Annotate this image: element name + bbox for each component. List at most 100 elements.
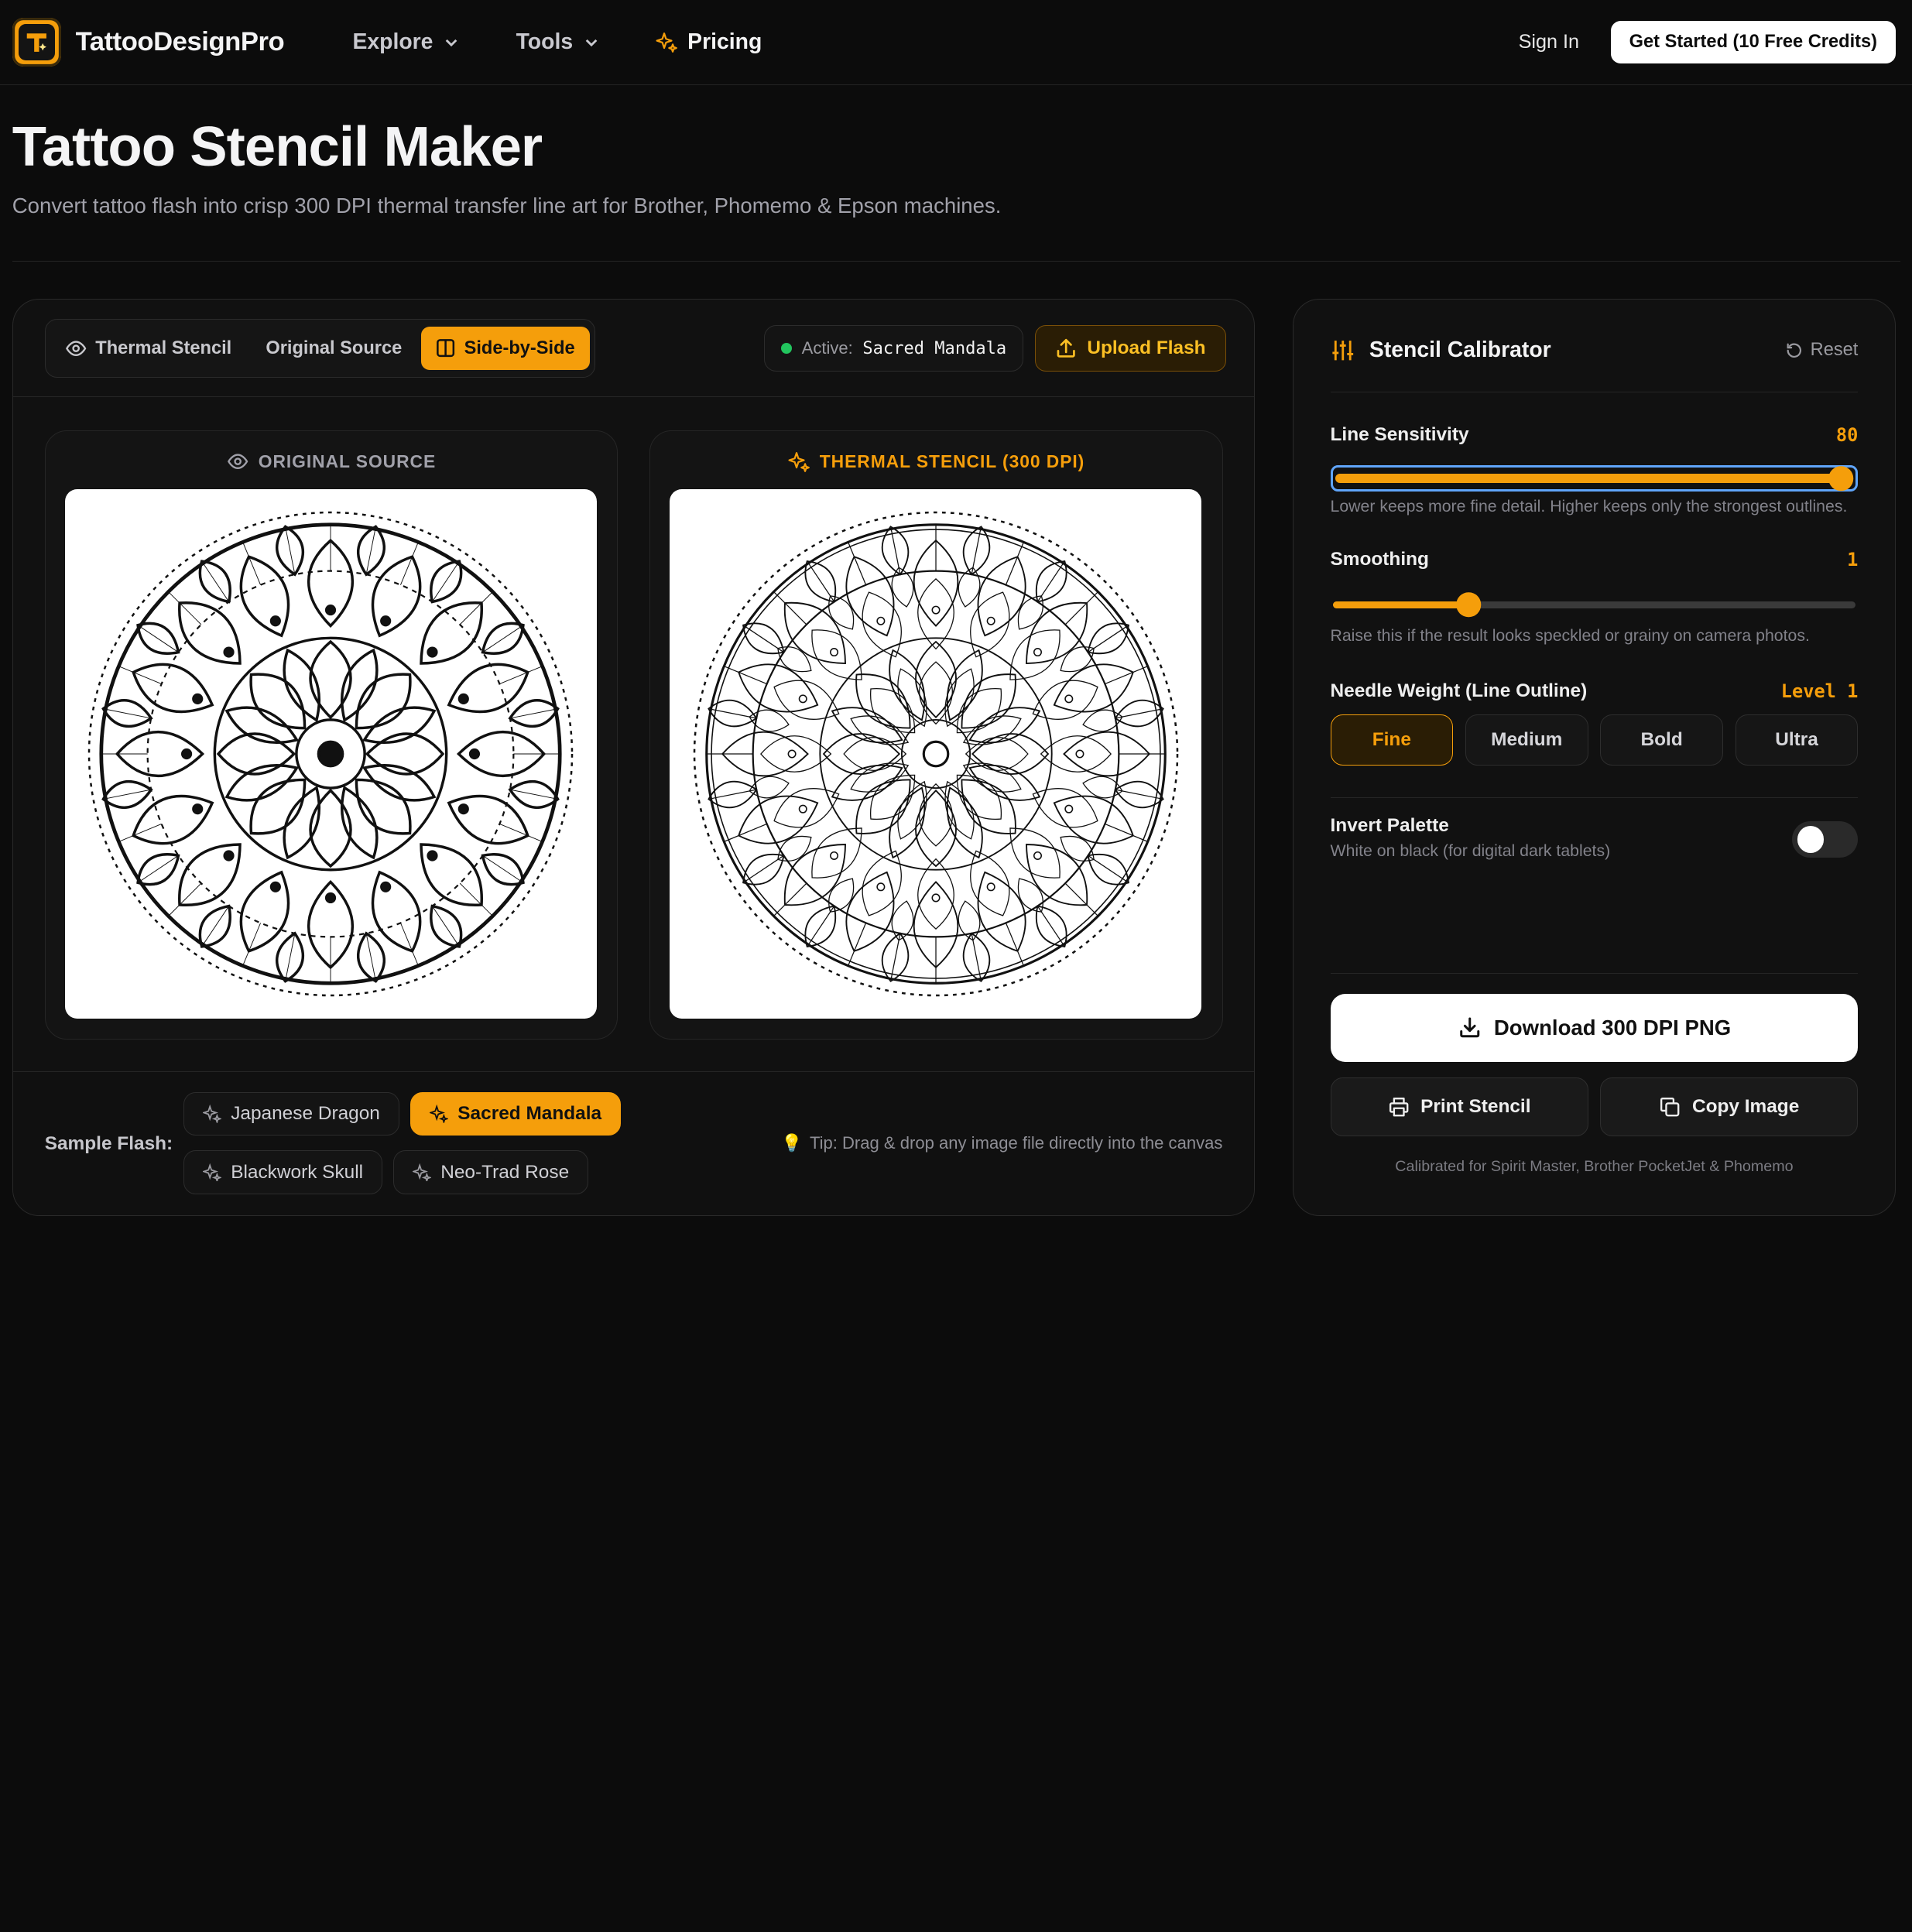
needle-weight-options: Fine Medium Bold Ultra <box>1330 714 1859 766</box>
smoothing-value: 1 <box>1847 549 1859 571</box>
invert-palette-hint: White on black (for digital dark tablets… <box>1330 841 1611 860</box>
reset-button[interactable]: Reset <box>1785 340 1858 361</box>
preview-toolbar: Thermal Stencil Original Source Side-by-… <box>12 300 1255 398</box>
original-source-title: ORIGINAL SOURCE <box>258 450 437 471</box>
slider-handle[interactable] <box>1828 466 1854 491</box>
logo-icon <box>12 18 61 67</box>
page-header: Tattoo Stencil Maker Convert tattoo flas… <box>0 85 1912 218</box>
original-source-heading: ORIGINAL SOURCE <box>46 431 618 492</box>
sample-flash-label: Sample Flash: <box>44 1133 173 1155</box>
invert-palette-label: Invert Palette <box>1330 815 1449 837</box>
calibrator-title: Stencil Calibrator <box>1369 337 1551 363</box>
divider <box>1330 797 1859 798</box>
compatibility-note: Calibrated for Spirit Master, Brother Po… <box>1395 1158 1794 1176</box>
sample-label: Blackwork Skull <box>231 1161 364 1183</box>
download-icon <box>1459 1017 1479 1038</box>
original-source-card: ORIGINAL SOURCE <box>44 430 618 1040</box>
sliders-icon <box>1331 341 1353 361</box>
nav-pricing[interactable]: Pricing <box>656 29 762 55</box>
nav-tools-label: Tools <box>516 29 574 55</box>
active-design-badge: Active: Sacred Mandala <box>764 325 1023 372</box>
smoothing-label: Smoothing <box>1330 549 1429 570</box>
invert-palette-row: Invert Palette White on black (for digit… <box>1331 815 1859 864</box>
print-stencil-label: Print Stencil <box>1420 1096 1531 1118</box>
columns-icon <box>437 339 455 358</box>
sample-neo-trad-rose[interactable]: Neo-Trad Rose <box>393 1150 588 1194</box>
download-png-button[interactable]: Download 300 DPI PNG <box>1330 993 1859 1062</box>
smoothing-slider[interactable] <box>1331 592 1859 618</box>
needle-weight-label: Needle Weight (Line Outline) <box>1330 680 1588 702</box>
logo[interactable]: TattooDesignPro <box>12 18 285 67</box>
smoothing-hint: Raise this if the result looks speckled … <box>1330 626 1810 646</box>
line-sensitivity-hint: Lower keeps more fine detail. Higher kee… <box>1330 497 1848 516</box>
lightbulb-icon: 💡 <box>781 1133 803 1153</box>
sample-label: Japanese Dragon <box>231 1103 380 1124</box>
tip-text: Tip: Drag & drop any image file directly… <box>809 1133 1223 1153</box>
top-nav: TattooDesignPro Explore Tools Pricing Si… <box>0 0 1912 86</box>
copy-image-label: Copy Image <box>1691 1096 1800 1118</box>
reset-icon <box>1787 343 1801 358</box>
needle-ultra-button[interactable]: Ultra <box>1735 714 1859 766</box>
copy-image-button[interactable]: Copy Image <box>1600 1077 1859 1136</box>
upload-flash-label: Upload Flash <box>1087 337 1206 359</box>
needle-fine-button[interactable]: Fine <box>1330 714 1454 766</box>
invert-palette-toggle[interactable] <box>1792 820 1859 858</box>
thermal-stencil-title: THERMAL STENCIL (300 DPI) <box>819 450 1085 471</box>
sparkles-icon <box>202 1105 221 1123</box>
calibrator-header: Stencil Calibrator Reset <box>1330 300 1859 392</box>
print-stencil-button[interactable]: Print Stencil <box>1330 1077 1588 1136</box>
eye-icon <box>65 341 87 356</box>
nav-explore[interactable]: Explore <box>352 29 460 55</box>
tab-side-by-side-label: Side-by-Side <box>464 337 575 358</box>
tab-side-by-side[interactable]: Side-by-Side <box>421 326 590 371</box>
nav-actions: Sign In Get Started (10 Free Credits) <box>1519 20 1896 64</box>
eye-icon <box>227 454 248 469</box>
nav-pricing-label: Pricing <box>687 29 762 55</box>
nav-tools[interactable]: Tools <box>516 29 600 55</box>
sparkles-icon <box>656 33 678 53</box>
get-started-button[interactable]: Get Started (10 Free Credits) <box>1611 20 1896 64</box>
tab-original-source-label: Original Source <box>266 337 403 358</box>
sparkles-icon <box>788 451 810 472</box>
copy-icon <box>1660 1097 1680 1117</box>
tab-original-source[interactable]: Original Source <box>251 327 416 371</box>
nav-explore-label: Explore <box>352 29 433 55</box>
upload-icon <box>1057 338 1076 358</box>
sample-blackwork-skull[interactable]: Blackwork Skull <box>183 1150 382 1194</box>
stencil-canvas[interactable] <box>670 489 1202 1019</box>
mandala-stencil-image <box>693 511 1179 997</box>
active-design-name: Sacred Mandala <box>862 338 1007 358</box>
preview-panel: Thermal Stencil Original Source Side-by-… <box>12 299 1256 1216</box>
sample-flash-bar: Sample Flash: Japanese Dragon Sacred Man… <box>12 1071 1255 1215</box>
sample-sacred-mandala[interactable]: Sacred Mandala <box>410 1091 621 1136</box>
stencil-calibrator-panel: Stencil Calibrator Reset Line Sensitivit… <box>1293 299 1896 1216</box>
needle-bold-button[interactable]: Bold <box>1600 714 1723 766</box>
needle-medium-button[interactable]: Medium <box>1465 714 1588 766</box>
line-sensitivity-label: Line Sensitivity <box>1330 423 1469 445</box>
status-dot <box>780 342 793 355</box>
thermal-stencil-heading: THERMAL STENCIL (300 DPI) <box>650 431 1222 492</box>
slider-handle[interactable] <box>1456 592 1482 618</box>
sign-in-link[interactable]: Sign In <box>1519 31 1579 53</box>
drag-drop-tip: 💡 Tip: Drag & drop any image file direct… <box>781 1133 1222 1153</box>
printer-icon <box>1389 1097 1408 1117</box>
line-sensitivity-control: Line Sensitivity 80 Lower keeps more fin… <box>1330 423 1859 520</box>
tab-thermal-stencil[interactable]: Thermal Stencil <box>50 327 246 371</box>
tab-thermal-stencil-label: Thermal Stencil <box>95 337 232 358</box>
chevron-down-icon <box>585 39 598 46</box>
download-label: Download 300 DPI PNG <box>1493 1015 1732 1040</box>
line-sensitivity-slider[interactable] <box>1330 464 1859 492</box>
upload-flash-button[interactable]: Upload Flash <box>1035 325 1226 372</box>
sample-label: Sacred Mandala <box>457 1103 602 1124</box>
brand-name: TattooDesignPro <box>75 27 285 57</box>
original-canvas[interactable] <box>64 489 597 1019</box>
sample-japanese-dragon[interactable]: Japanese Dragon <box>183 1091 399 1136</box>
divider <box>1330 972 1859 974</box>
smoothing-control: Smoothing 1 Raise this if the result loo… <box>1331 549 1859 649</box>
page-subtitle: Convert tattoo flash into crisp 300 DPI … <box>12 194 1002 218</box>
chevron-down-icon <box>445 39 457 46</box>
page: TattooDesignPro Explore Tools Pricing Si… <box>0 0 1912 1227</box>
active-label: Active: <box>801 338 853 358</box>
needle-weight-control: Needle Weight (Line Outline) Level 1 Fin… <box>1330 680 1859 766</box>
sparkles-icon <box>412 1163 431 1182</box>
